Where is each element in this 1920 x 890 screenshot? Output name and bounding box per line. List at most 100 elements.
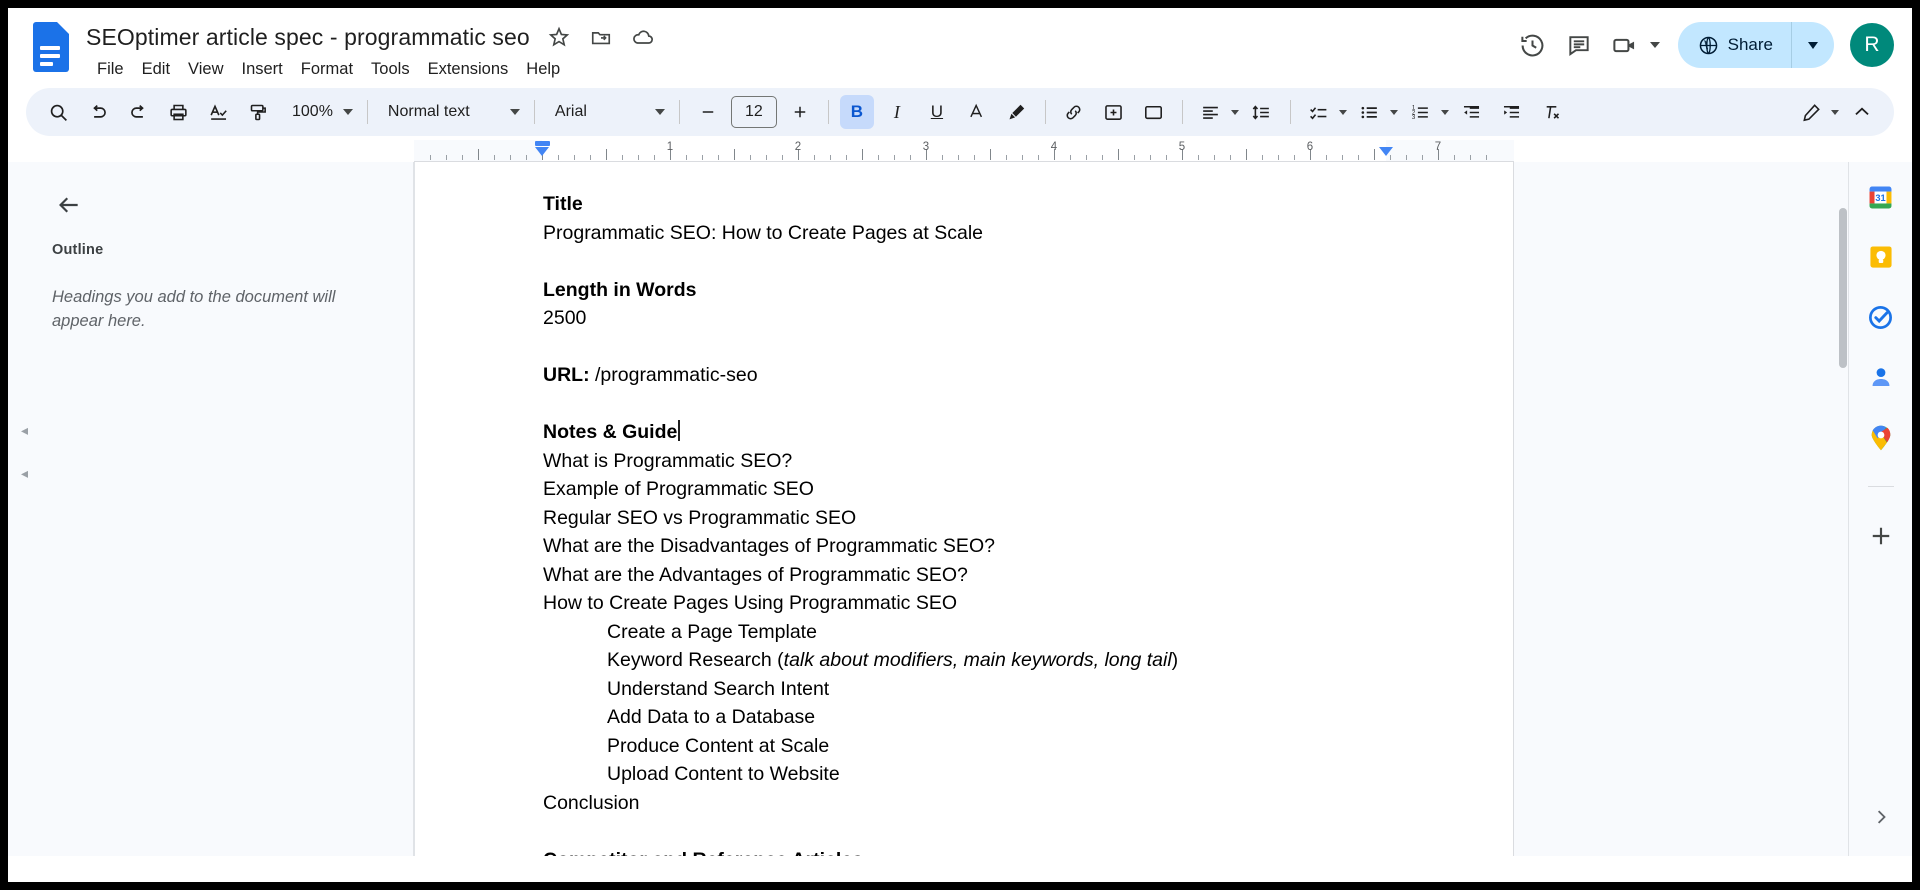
insert-link-icon[interactable]: [1057, 95, 1091, 129]
star-icon[interactable]: [546, 24, 572, 50]
font-selector[interactable]: Arial: [543, 95, 671, 129]
font-size-input[interactable]: 12: [731, 96, 777, 128]
right-indent-marker-icon[interactable]: [1379, 147, 1393, 156]
highlight-color-icon[interactable]: [1000, 95, 1034, 129]
numbered-list-icon[interactable]: 1 2 3: [1404, 95, 1438, 129]
checklist-icon[interactable]: [1302, 95, 1336, 129]
google-tasks-icon[interactable]: [1864, 300, 1898, 334]
menu-edit[interactable]: Edit: [133, 58, 179, 81]
share-button-main[interactable]: Share: [1678, 22, 1791, 68]
left-indent-bar-icon[interactable]: [535, 141, 550, 146]
add-ons-plus-icon[interactable]: [1864, 519, 1898, 553]
bulleted-list-caret-icon[interactable]: [1390, 110, 1398, 115]
google-keep-icon[interactable]: [1864, 240, 1898, 274]
decrease-font-size-button[interactable]: [691, 95, 725, 129]
app-header: SEOptimer article spec - programmatic se…: [8, 8, 1912, 88]
scrollbar-thumb[interactable]: [1839, 208, 1847, 368]
doc-line-spacer: [543, 390, 1385, 419]
hide-toolbar-icon[interactable]: [1845, 95, 1879, 129]
menu-extensions[interactable]: Extensions: [419, 58, 518, 81]
google-contacts-icon[interactable]: [1864, 360, 1898, 394]
undo-icon[interactable]: [81, 95, 115, 129]
toolbar-right-group: [1791, 95, 1882, 129]
comment-history-icon[interactable]: [1556, 22, 1602, 68]
underline-button[interactable]: U: [920, 95, 954, 129]
clear-formatting-icon[interactable]: [1535, 95, 1569, 129]
doc-line-subitem[interactable]: Add Data to a Database: [543, 703, 1385, 732]
keyword-research-text: Keyword Research (: [607, 649, 784, 671]
checklist-caret-icon[interactable]: [1339, 110, 1347, 115]
editing-mode-icon[interactable]: [1794, 95, 1828, 129]
doc-line-item[interactable]: Example of Programmatic SEO: [543, 475, 1385, 504]
increase-indent-icon[interactable]: [1495, 95, 1529, 129]
doc-line-subitem-keyword-research[interactable]: Keyword Research (talk about modifiers, …: [543, 646, 1385, 675]
version-history-icon[interactable]: [1510, 22, 1556, 68]
align-caret-icon[interactable]: [1231, 110, 1239, 115]
menu-file[interactable]: File: [88, 58, 133, 81]
first-line-indent-marker-icon[interactable]: [535, 147, 549, 156]
ruler-number: 5: [1179, 141, 1185, 153]
line-spacing-icon[interactable]: [1245, 95, 1279, 129]
increase-font-size-button[interactable]: [783, 95, 817, 129]
print-icon[interactable]: [161, 95, 195, 129]
doc-line-length-label[interactable]: Length in Words: [543, 276, 1385, 305]
menu-insert[interactable]: Insert: [233, 58, 292, 81]
bulleted-list-icon[interactable]: [1353, 95, 1387, 129]
search-icon[interactable]: [41, 95, 75, 129]
doc-line-subitem[interactable]: Create a Page Template: [543, 618, 1385, 647]
google-calendar-icon[interactable]: 31: [1864, 180, 1898, 214]
horizontal-ruler[interactable]: 1 2 3 4 5 6 7: [414, 140, 1514, 162]
avatar[interactable]: R: [1850, 23, 1894, 67]
editor-body: ◂ ◂ Outline Headings you add to the docu…: [8, 162, 1912, 856]
google-docs-icon[interactable]: [30, 20, 72, 76]
menu-tools[interactable]: Tools: [362, 58, 419, 81]
title-and-menus: SEOptimer article spec - programmatic se…: [86, 20, 656, 82]
doc-line-item[interactable]: How to Create Pages Using Programmatic S…: [543, 589, 1385, 618]
doc-line-notes-heading[interactable]: Notes & Guide: [543, 418, 1385, 447]
document-page[interactable]: Title Programmatic SEO: How to Create Pa…: [414, 162, 1514, 856]
text-color-icon[interactable]: [960, 95, 994, 129]
spellcheck-icon[interactable]: [201, 95, 235, 129]
decrease-indent-icon[interactable]: [1455, 95, 1489, 129]
doc-line-item[interactable]: What are the Disadvantages of Programmat…: [543, 532, 1385, 561]
doc-line-item[interactable]: What is Programmatic SEO?: [543, 447, 1385, 476]
close-outline-back-arrow-icon[interactable]: [52, 188, 86, 222]
vertical-scrollbar[interactable]: [1837, 190, 1848, 830]
numbered-list-caret-icon[interactable]: [1441, 110, 1449, 115]
google-maps-icon[interactable]: [1864, 420, 1898, 454]
doc-line-subitem[interactable]: Produce Content at Scale: [543, 732, 1385, 761]
doc-line-url[interactable]: URL: /programmatic-seo: [543, 361, 1385, 390]
bold-button[interactable]: B: [840, 95, 874, 129]
share-button[interactable]: Share: [1678, 22, 1834, 68]
insert-image-icon[interactable]: [1137, 95, 1171, 129]
doc-line-title-label[interactable]: Title: [543, 190, 1385, 219]
menu-help[interactable]: Help: [517, 58, 569, 81]
doc-line-item[interactable]: Regular SEO vs Programmatic SEO: [543, 504, 1385, 533]
paint-format-icon[interactable]: [241, 95, 275, 129]
doc-line-title-value[interactable]: Programmatic SEO: How to Create Pages at…: [543, 219, 1385, 248]
doc-line-subitem[interactable]: Upload Content to Website: [543, 760, 1385, 789]
doc-line-subitem[interactable]: Understand Search Intent: [543, 675, 1385, 704]
share-dropdown-button[interactable]: [1792, 22, 1834, 68]
document-scroll-area[interactable]: Title Programmatic SEO: How to Create Pa…: [414, 162, 1848, 856]
join-call-caret-icon[interactable]: [1650, 42, 1660, 48]
menu-view[interactable]: View: [179, 58, 232, 81]
align-icon[interactable]: [1194, 95, 1228, 129]
add-comment-icon[interactable]: [1097, 95, 1131, 129]
document-title[interactable]: SEOptimer article spec - programmatic se…: [86, 24, 530, 51]
toolbar-divider: [679, 100, 680, 124]
move-to-folder-icon[interactable]: [588, 24, 614, 50]
editing-mode-caret-icon[interactable]: [1831, 110, 1839, 115]
cloud-saved-icon[interactable]: [630, 24, 656, 50]
redo-icon[interactable]: [121, 95, 155, 129]
menu-format[interactable]: Format: [292, 58, 362, 81]
expand-panel-icon[interactable]: [1866, 802, 1896, 832]
doc-line-competitor-heading[interactable]: Competitor and Reference Articles: [543, 846, 1385, 857]
zoom-selector[interactable]: 100%: [282, 95, 359, 129]
italic-button[interactable]: I: [880, 95, 914, 129]
video-camera-icon[interactable]: [1602, 22, 1648, 68]
doc-line-item[interactable]: What are the Advantages of Programmatic …: [543, 561, 1385, 590]
paragraph-style-selector[interactable]: Normal text: [376, 95, 526, 129]
doc-line-length-value[interactable]: 2500: [543, 304, 1385, 333]
doc-line-item[interactable]: Conclusion: [543, 789, 1385, 818]
